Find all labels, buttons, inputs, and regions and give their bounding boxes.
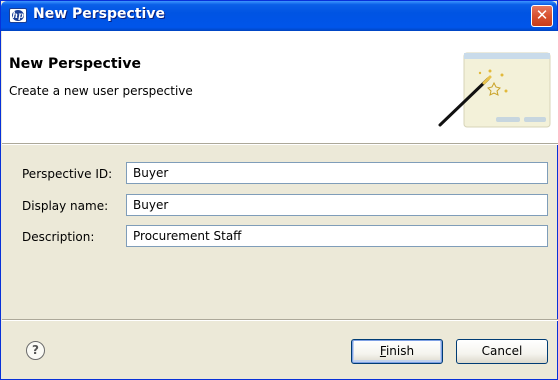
page-title: New Perspective [9,56,141,72]
perspective-id-input[interactable] [126,162,548,184]
finish-label-rest: inish [385,344,415,358]
new-perspective-dialog: hp New Perspective ✕ New Perspective Cre… [0,0,558,380]
header-divider [2,143,558,145]
display-name-row: Display name: [2,194,558,218]
display-name-label: Display name: [22,199,109,213]
window-title: New Perspective [33,6,165,22]
hp-logo-icon: hp [9,8,27,23]
cancel-button[interactable]: Cancel [456,339,548,364]
wizard-header: New Perspective Create a new user perspe… [2,31,558,143]
page-description: Create a new user perspective [9,84,193,98]
finish-button[interactable]: Finish [351,339,443,364]
description-row: Description: [2,225,558,249]
perspective-id-label: Perspective ID: [22,167,113,181]
footer-divider [2,319,558,321]
title-bar[interactable]: hp New Perspective ✕ [1,1,557,31]
wizard-wand-icon [438,52,551,128]
display-name-input[interactable] [126,194,548,216]
description-label: Description: [22,230,95,244]
help-icon[interactable]: ? [26,341,45,360]
close-icon[interactable]: ✕ [531,5,553,27]
perspective-id-row: Perspective ID: [2,162,558,186]
description-input[interactable] [126,225,548,247]
